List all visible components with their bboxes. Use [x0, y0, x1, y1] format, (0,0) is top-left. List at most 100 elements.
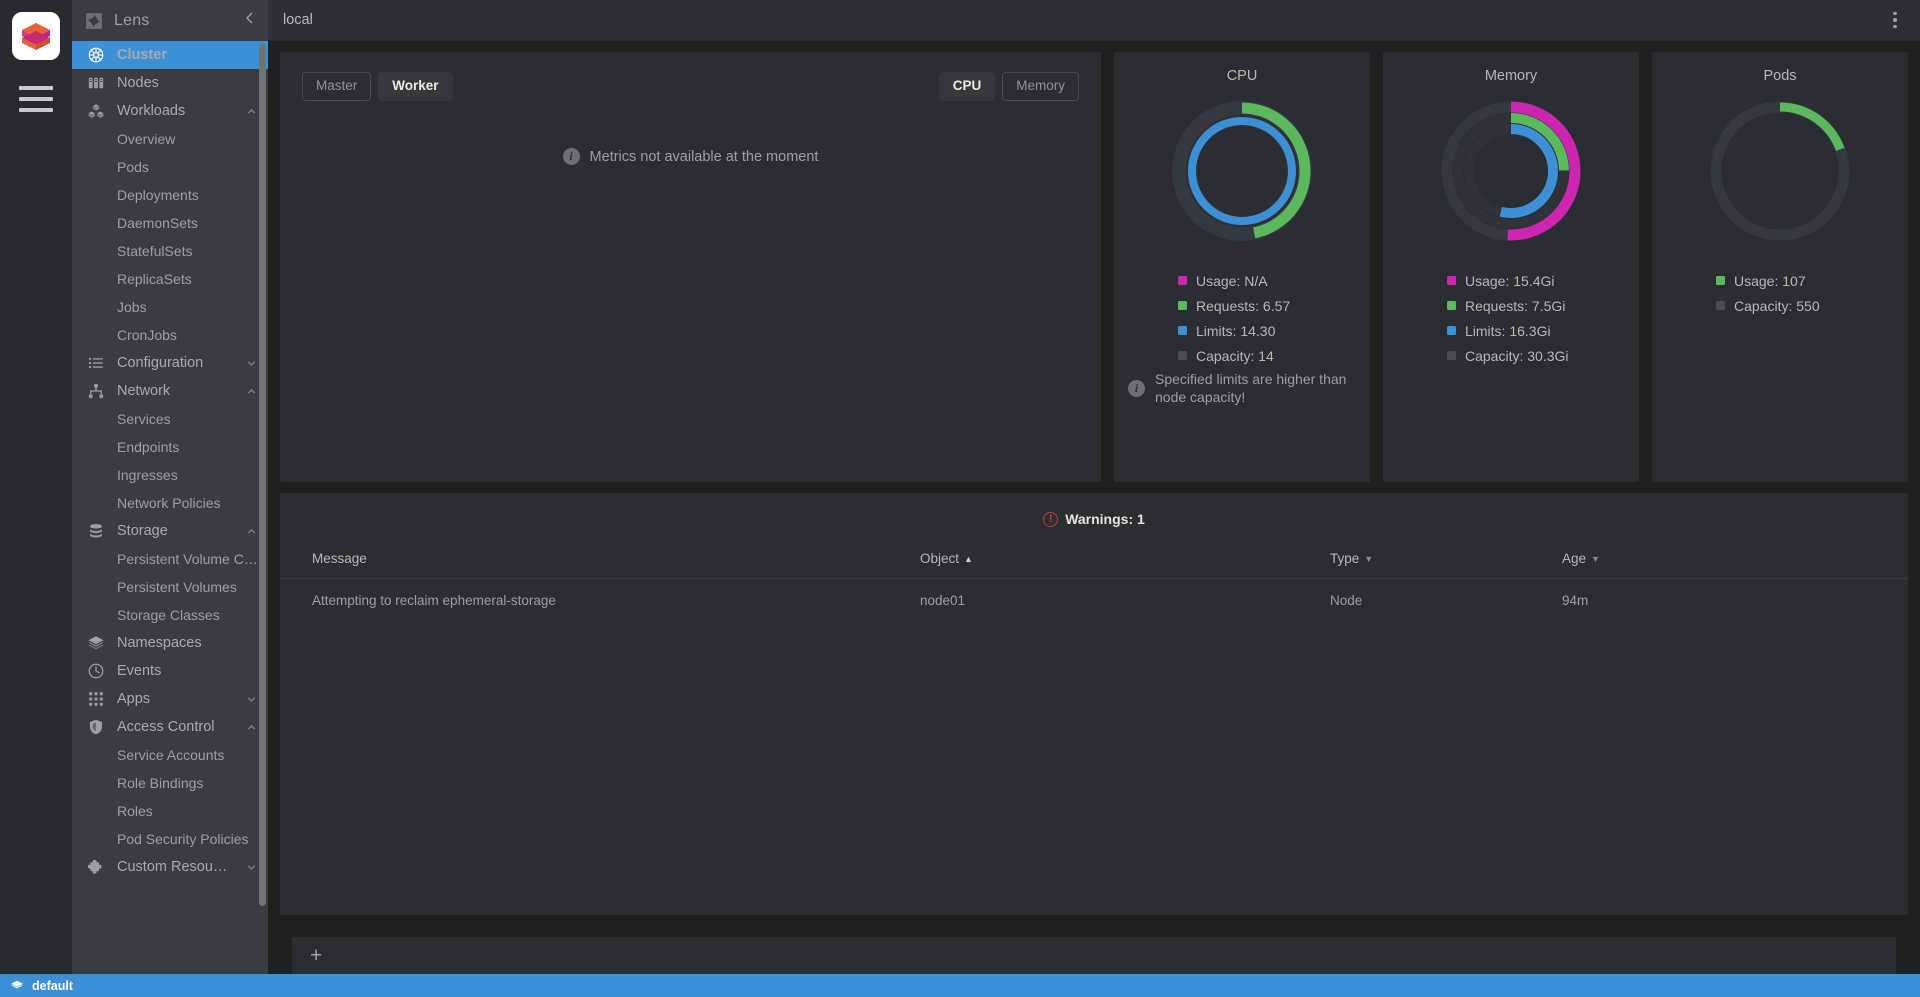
kebab-menu-icon[interactable]	[1884, 9, 1906, 31]
cell-age: 94m	[1562, 593, 1589, 608]
sidebar-item-label: Pod Security Policies	[117, 831, 249, 847]
sidebar-title: Lens	[114, 11, 150, 29]
sidebar-item-ingresses[interactable]: Ingresses	[72, 461, 268, 489]
legend-label: Usage: 15.4Gi	[1465, 272, 1555, 289]
sidebar-item-label: Configuration	[117, 355, 204, 371]
sidebar-item-network[interactable]: Network	[72, 377, 268, 405]
layers-icon	[10, 979, 24, 993]
warnings-table: Message Object ▲ Type ▼ Age ▼ Attempting…	[280, 545, 1908, 622]
sidebar-item-nodes[interactable]: Nodes	[72, 69, 268, 97]
column-header-age[interactable]: Age ▼	[1562, 545, 1908, 579]
sidebar-item-access-control[interactable]: Access Control	[72, 713, 268, 741]
sidebar-item-custom-resou[interactable]: Custom Resou…	[72, 853, 268, 881]
cpu-capacity-warning-note: i Specified limits are higher than node …	[1128, 371, 1356, 406]
sidebar-scrollbar[interactable]	[259, 44, 266, 971]
table-header-row: Message Object ▲ Type ▼ Age ▼	[280, 545, 1908, 579]
sidebar-item-statefulsets[interactable]: StatefulSets	[72, 237, 268, 265]
tab-cpu[interactable]: CPU	[938, 72, 996, 101]
cpu-donut-chart[interactable]	[1167, 96, 1317, 246]
table-row[interactable]: Attempting to reclaim ephemeral-storage …	[280, 579, 1908, 623]
sidebar-item-apps[interactable]: Apps	[72, 685, 268, 713]
legend-label: Limits: 16.3Gi	[1465, 322, 1551, 339]
sidebar-item-replicasets[interactable]: ReplicaSets	[72, 265, 268, 293]
cpu-usage-card: CPU Usage: N/A Requests: 6.57 Limits: 14…	[1114, 52, 1370, 482]
hamburger-menu-icon[interactable]	[19, 86, 53, 112]
info-icon: i	[1128, 380, 1145, 397]
pods-usage-card: Pods Usage: 107 Capacity: 550	[1652, 52, 1908, 482]
sidebar-item-label: Persistent Volume C…	[117, 551, 258, 567]
sidebar-item-services[interactable]: Services	[72, 405, 268, 433]
lens-cube-logo[interactable]	[12, 12, 60, 60]
cell-object: node01	[920, 593, 966, 608]
sidebar-item-workloads[interactable]: Workloads	[72, 97, 268, 125]
sidebar-item-daemonsets[interactable]: DaemonSets	[72, 209, 268, 237]
sidebar-item-jobs[interactable]: Jobs	[72, 293, 268, 321]
tab-memory[interactable]: Memory	[1002, 72, 1079, 101]
legend-item-requests: Requests: 6.57	[1178, 293, 1356, 318]
sidebar-item-label: Ingresses	[117, 467, 178, 483]
shield-icon	[86, 717, 106, 737]
chevron-down-icon[interactable]	[245, 693, 258, 706]
sidebar-item-label: Persistent Volumes	[117, 579, 237, 595]
memory-card-title: Memory	[1484, 68, 1538, 84]
sidebar-item-namespaces[interactable]: Namespaces	[72, 629, 268, 657]
chevron-left-icon[interactable]	[241, 11, 258, 30]
sidebar-nav-list: Cluster Nodes Workloads Overview Pods Deploym…	[72, 41, 268, 974]
status-bar-namespace: default	[32, 978, 73, 993]
chevron-down-icon[interactable]	[245, 357, 258, 370]
sidebar-item-configuration[interactable]: Configuration	[72, 349, 268, 377]
main-content: local Master Worker CPU Memory i Metrics…	[268, 0, 1920, 974]
sidebar-item-label: Workloads	[117, 103, 186, 119]
cell-message: Attempting to reclaim ephemeral-storage	[312, 593, 556, 608]
column-label: Object	[920, 551, 960, 566]
sidebar-item-label: Deployments	[117, 187, 199, 203]
sidebar-item-cluster[interactable]: Cluster	[72, 41, 268, 69]
tab-worker[interactable]: Worker	[378, 72, 453, 101]
lens-aperture-icon	[84, 11, 104, 31]
pods-donut-chart[interactable]	[1705, 96, 1855, 246]
sidebar-item-network-policies[interactable]: Network Policies	[72, 489, 268, 517]
sidebar-item-label: Storage Classes	[117, 607, 220, 623]
legend-item-requests: Requests: 7.5Gi	[1447, 293, 1625, 318]
memory-donut-chart[interactable]	[1436, 96, 1586, 246]
sidebar-item-cronjobs[interactable]: CronJobs	[72, 321, 268, 349]
sidebar-scrollbar-thumb[interactable]	[259, 44, 266, 906]
chevron-up-icon[interactable]	[245, 721, 258, 734]
chevron-up-icon[interactable]	[245, 105, 258, 118]
legend-label: Usage: 107	[1734, 272, 1806, 289]
sidebar-item-pods[interactable]: Pods	[72, 153, 268, 181]
requests-color-swatch	[1178, 301, 1187, 310]
legend-item-usage: Usage: N/A	[1178, 268, 1356, 293]
chevron-up-icon[interactable]	[245, 525, 258, 538]
sidebar-item-events[interactable]: Events	[72, 657, 268, 685]
column-header-message[interactable]: Message	[280, 545, 920, 579]
sidebar-item-role-bindings[interactable]: Role Bindings	[72, 769, 268, 797]
column-header-object[interactable]: Object ▲	[920, 545, 1330, 579]
sidebar-item-label: Role Bindings	[117, 775, 204, 791]
sidebar-item-service-accounts[interactable]: Service Accounts	[72, 741, 268, 769]
sidebar-item-label: Pods	[117, 159, 149, 175]
sidebar-item-overview[interactable]: Overview	[72, 125, 268, 153]
sidebar-item-roles[interactable]: Roles	[72, 797, 268, 825]
tab-master[interactable]: Master	[302, 72, 372, 101]
chevron-down-icon[interactable]	[245, 861, 258, 874]
sidebar-item-persistent-volume-c[interactable]: Persistent Volume C…	[72, 545, 268, 573]
usage-color-swatch	[1716, 276, 1725, 285]
sidebar-item-persistent-volumes[interactable]: Persistent Volumes	[72, 573, 268, 601]
sidebar-item-pod-security-policies[interactable]: Pod Security Policies	[72, 825, 268, 853]
legend-item-limits: Limits: 16.3Gi	[1447, 318, 1625, 343]
legend-label: Capacity: 14	[1196, 347, 1274, 364]
sidebar-item-storage[interactable]: Storage	[72, 517, 268, 545]
chevron-up-icon[interactable]	[245, 385, 258, 398]
sidebar-item-endpoints[interactable]: Endpoints	[72, 433, 268, 461]
warning-exclamation-icon: !	[1043, 511, 1059, 527]
legend-item-usage: Usage: 15.4Gi	[1447, 268, 1625, 293]
sidebar-item-storage-classes[interactable]: Storage Classes	[72, 601, 268, 629]
column-header-type[interactable]: Type ▼	[1330, 545, 1562, 579]
legend-item-capacity: Capacity: 14	[1178, 343, 1356, 368]
legend-label: Usage: N/A	[1196, 272, 1268, 289]
sidebar-item-label: Events	[117, 663, 162, 679]
plus-icon[interactable]: +	[304, 945, 328, 966]
sidebar-item-deployments[interactable]: Deployments	[72, 181, 268, 209]
legend-label: Capacity: 550	[1734, 297, 1820, 314]
